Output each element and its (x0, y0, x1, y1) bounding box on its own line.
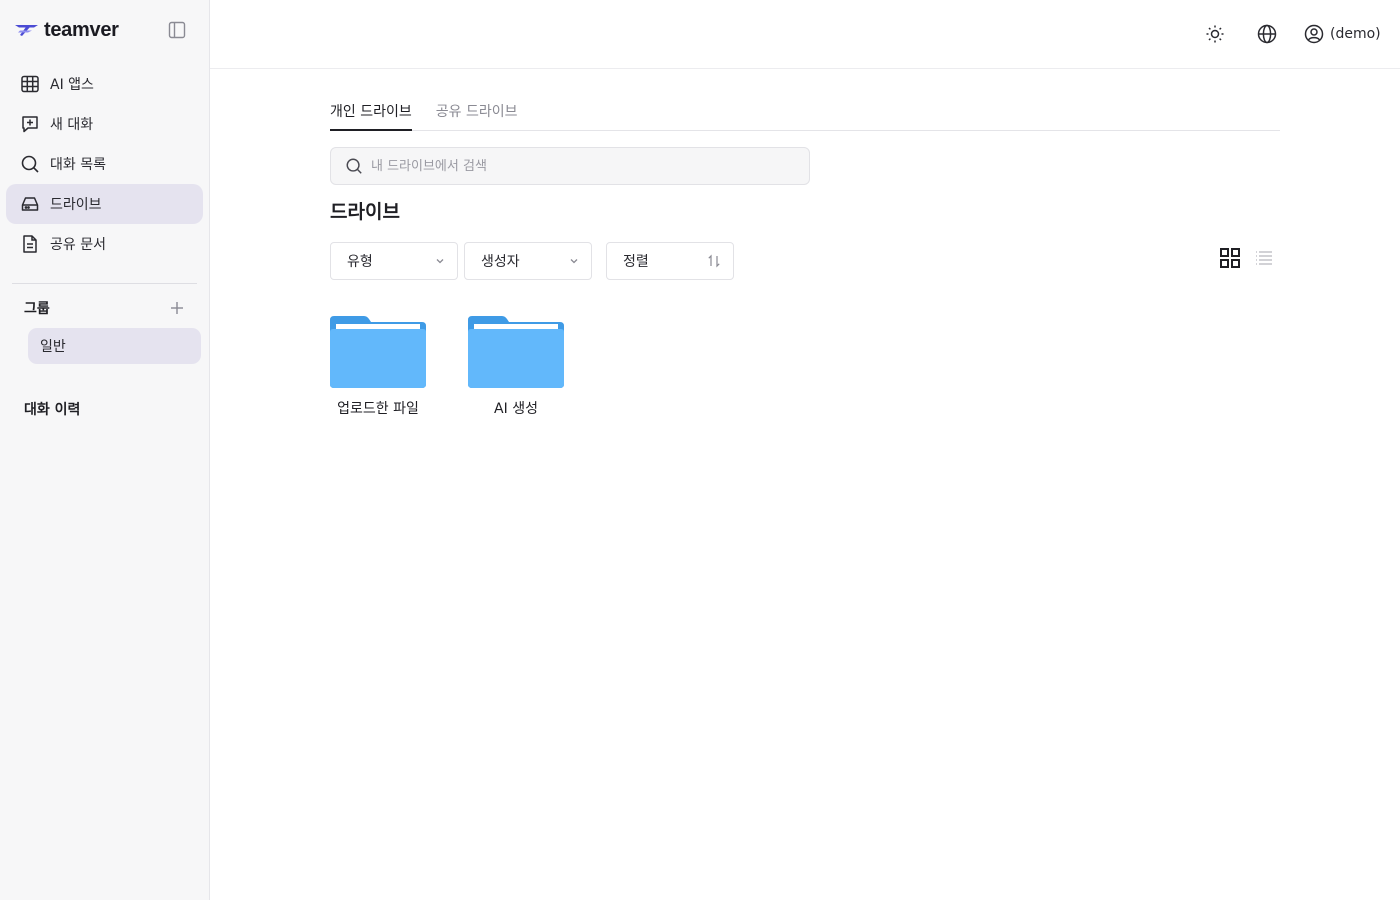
sidebar-item-ai-apps[interactable]: AI 앱스 (6, 64, 203, 104)
new-chat-icon (22, 116, 38, 133)
teamver-logo-icon (15, 25, 38, 36)
sidebar-item-drive[interactable]: 드라이브 (6, 184, 203, 224)
sidebar-nav: AI 앱스 새 대화 대화 목록 드라이브 공유 문서 (6, 64, 203, 264)
theme-toggle-button[interactable] (1203, 22, 1227, 46)
page-title: 드라이브 (330, 201, 400, 223)
search-icon (346, 158, 362, 174)
sidebar-item-label: 대화 목록 (50, 157, 106, 173)
add-group-button[interactable] (168, 299, 186, 317)
grid-icon (21, 75, 39, 93)
group-section-header: 그룹 (24, 298, 186, 318)
language-button[interactable] (1255, 22, 1279, 46)
top-bar: (demo) (210, 0, 1400, 69)
folder-icon (468, 316, 564, 388)
folder-icon (330, 316, 426, 388)
plus-icon (171, 302, 183, 314)
drive-tabs: 개인 드라이브 공유 드라이브 (330, 96, 1280, 131)
type-filter-label: 유형 (347, 254, 373, 270)
brand-name: teamver (44, 18, 119, 41)
document-icon (23, 235, 37, 253)
sort-arrows-icon (708, 254, 720, 268)
sort-dropdown[interactable]: 정렬 (606, 242, 734, 280)
brand-logo[interactable]: teamver (14, 18, 119, 42)
chat-history-title: 대화 이력 (24, 402, 81, 418)
drive-search-input[interactable] (371, 158, 771, 174)
chevron-down-icon (570, 259, 578, 264)
grid-view-button[interactable] (1218, 246, 1242, 270)
chevron-down-icon (436, 259, 444, 264)
user-icon (1304, 24, 1324, 44)
sidebar-item-label: AI 앱스 (50, 77, 94, 93)
sidebar-item-shared-docs[interactable]: 공유 문서 (6, 224, 203, 264)
drive-icon (21, 197, 39, 211)
folder-ai-generated[interactable]: AI 생성 (466, 314, 566, 418)
list-view-button[interactable] (1252, 246, 1276, 270)
globe-icon (1257, 24, 1277, 44)
user-menu-button[interactable]: (demo) (1304, 22, 1381, 46)
drive-search-box (330, 147, 810, 185)
sort-label: 정렬 (623, 254, 649, 270)
type-filter-dropdown[interactable]: 유형 (330, 242, 458, 280)
creator-filter-dropdown[interactable]: 생성자 (464, 242, 592, 280)
folder-uploaded-files[interactable]: 업로드한 파일 (328, 314, 428, 418)
sidebar: teamver AI 앱스 새 대화 대화 목록 드라이브 공유 문서 그룹 일… (0, 0, 210, 900)
folder-label: AI 생성 (494, 401, 538, 417)
sidebar-item-label: 새 대화 (50, 117, 94, 133)
sidebar-item-label: 드라이브 (50, 197, 102, 213)
search-icon (21, 155, 39, 173)
list-view-icon (1256, 251, 1272, 265)
sidebar-toggle-button[interactable] (166, 19, 188, 41)
group-item-label: 일반 (40, 339, 66, 355)
creator-filter-label: 생성자 (481, 254, 520, 270)
grid-view-icon (1220, 248, 1240, 268)
user-name: (demo) (1330, 26, 1381, 42)
tab-personal-drive[interactable]: 개인 드라이브 (330, 96, 412, 131)
group-section-title: 그룹 (24, 301, 50, 317)
sidebar-item-chat-list[interactable]: 대화 목록 (6, 144, 203, 184)
sun-icon (1206, 25, 1224, 43)
tab-shared-drive[interactable]: 공유 드라이브 (436, 96, 518, 131)
group-item-general[interactable]: 일반 (28, 328, 201, 364)
sidebar-panel-icon (168, 21, 186, 39)
sidebar-item-label: 공유 문서 (50, 237, 106, 253)
sidebar-item-new-chat[interactable]: 새 대화 (6, 104, 203, 144)
folder-label: 업로드한 파일 (337, 401, 419, 417)
sidebar-divider (12, 283, 197, 284)
